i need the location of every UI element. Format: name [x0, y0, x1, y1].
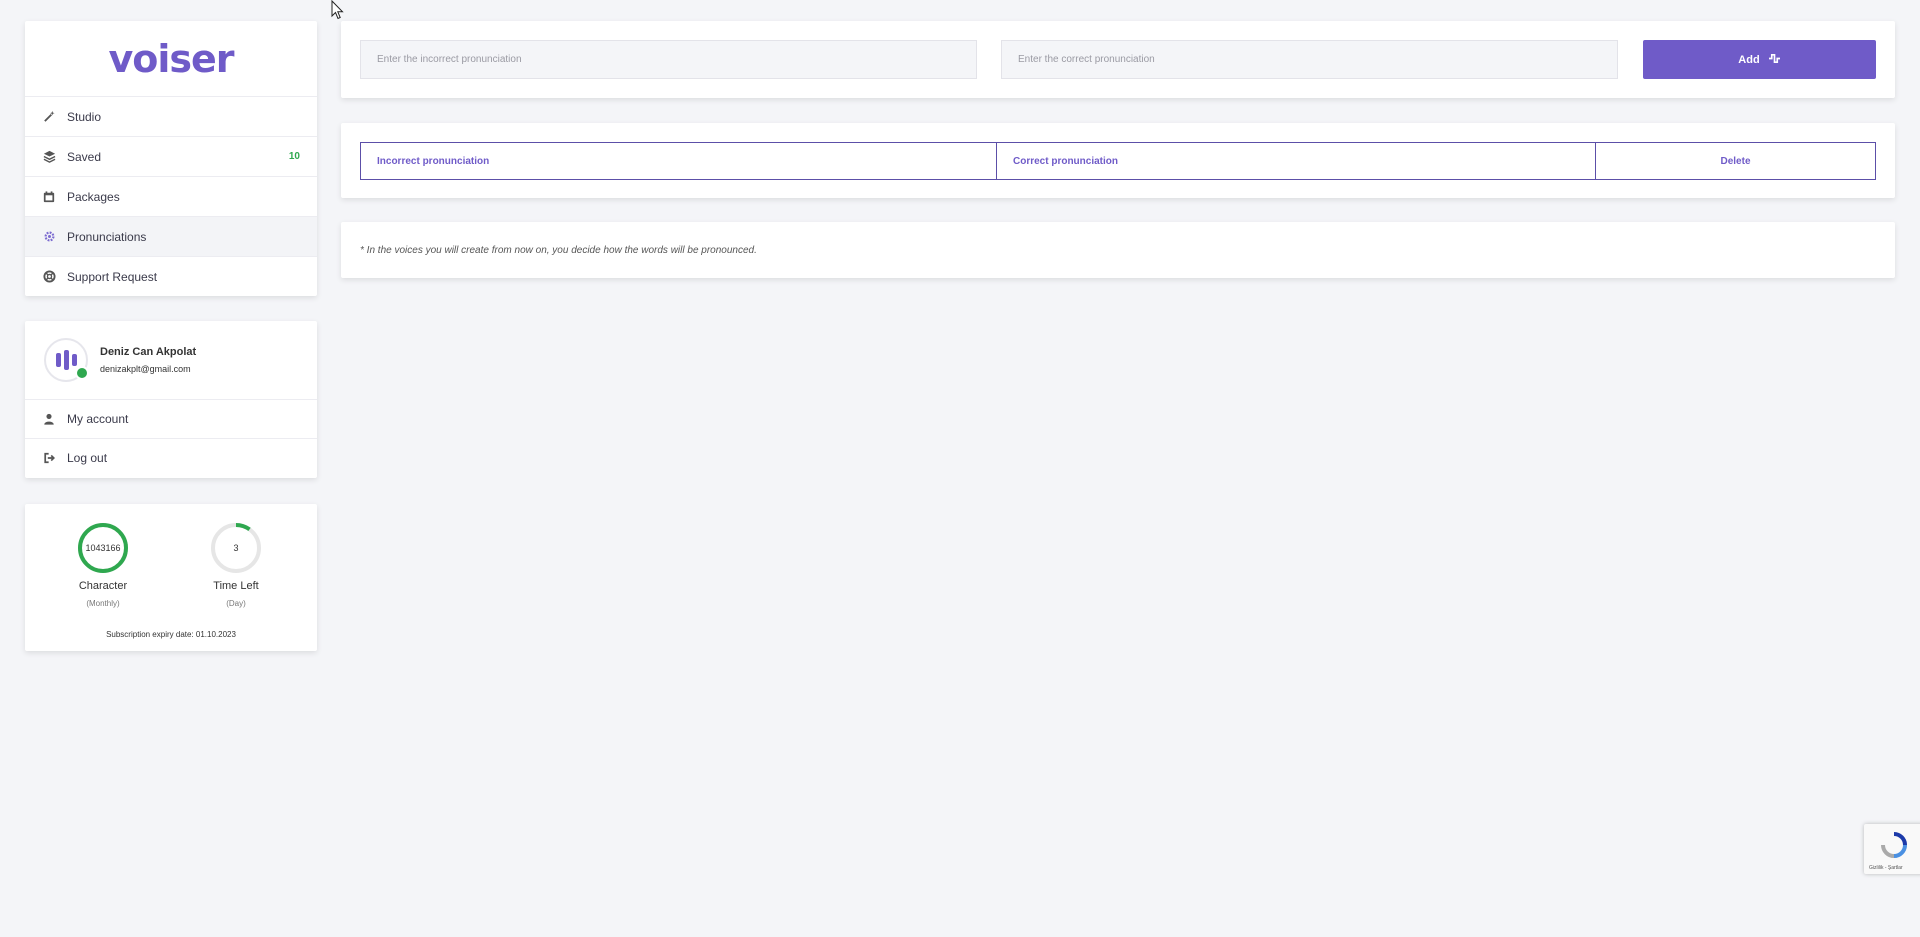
add-pronunciation-form: Add — [341, 21, 1895, 98]
correct-pronunciation-input[interactable] — [1001, 40, 1618, 79]
calendar-icon — [42, 190, 56, 204]
sidebar-nav: voiser Studio Saved 10 Packages Pronunci… — [25, 21, 317, 296]
user-email: denizakplt@gmail.com — [100, 364, 191, 374]
time-left-value: 3 — [233, 543, 239, 553]
character-value: 1043166 — [85, 543, 121, 553]
info-note: * In the voices you will create from now… — [360, 244, 757, 256]
sidebar-item-saved[interactable]: Saved 10 — [25, 137, 317, 177]
online-status-dot — [75, 366, 89, 380]
logo-area: voiser — [25, 21, 317, 97]
sidebar-item-label: Saved — [67, 149, 102, 164]
mouse-cursor-icon — [331, 0, 345, 25]
time-left-period: (Day) — [226, 599, 246, 608]
avatar — [44, 338, 89, 382]
voiser-logo[interactable]: voiser — [108, 37, 234, 81]
layers-icon — [42, 150, 56, 164]
sidebar-item-label: Studio — [67, 109, 102, 124]
log-out-label: Log out — [67, 451, 108, 465]
pronunciations-table: Incorrect pronunciation Correct pronunci… — [360, 142, 1876, 180]
log-out-link[interactable]: Log out — [25, 439, 317, 477]
sidebar-item-packages[interactable]: Packages — [25, 177, 317, 217]
time-left-gauge: 3 — [210, 522, 262, 574]
add-button[interactable]: Add — [1643, 40, 1876, 79]
column-header-incorrect: Incorrect pronunciation — [361, 143, 997, 179]
sidebar-item-pronunciations[interactable]: Pronunciations — [25, 217, 317, 257]
character-period: (Monthly) — [86, 599, 120, 608]
pronunciations-table-card: Incorrect pronunciation Correct pronunci… — [341, 123, 1895, 198]
magic-wand-icon — [42, 110, 56, 124]
waveform-icon — [1768, 53, 1781, 67]
sidebar-item-label: Support Request — [67, 269, 158, 284]
subscription-expiry: Subscription expiry date: 01.10.2023 — [106, 630, 236, 639]
sidebar-item-support-request[interactable]: Support Request — [25, 257, 317, 296]
my-account-label: My account — [67, 412, 129, 426]
time-left-label: Time Left — [213, 580, 259, 592]
saved-count-badge: 10 — [288, 151, 300, 162]
user-name: Deniz Can Akpolat — [100, 346, 197, 358]
sidebar-item-label: Pronunciations — [67, 229, 147, 244]
user-icon — [42, 412, 56, 426]
character-label: Character — [78, 580, 128, 592]
column-header-correct: Correct pronunciation — [997, 143, 1596, 179]
user-profile: Deniz Can Akpolat denizakplt@gmail.com — [25, 321, 317, 400]
sidebar-item-label: Packages — [67, 189, 120, 204]
gear-icon — [42, 230, 56, 244]
life-ring-icon — [42, 270, 56, 284]
add-button-label: Add — [1738, 53, 1760, 66]
character-gauge: 1043166 — [77, 522, 129, 574]
info-note-card: * In the voices you will create from now… — [341, 222, 1895, 278]
logout-icon — [42, 451, 56, 465]
incorrect-pronunciation-input[interactable] — [360, 40, 977, 79]
column-header-delete: Delete — [1720, 155, 1751, 167]
user-card: Deniz Can Akpolat denizakplt@gmail.com M… — [25, 321, 317, 478]
usage-stats-card: 1043166 Character (Monthly) 3 Time Left … — [25, 504, 317, 651]
sidebar-item-studio[interactable]: Studio — [25, 97, 317, 137]
my-account-link[interactable]: My account — [25, 400, 317, 439]
recaptcha-badge[interactable]: Gizlilik - Şartlar — [1864, 824, 1920, 874]
recaptcha-icon — [1880, 831, 1908, 864]
recaptcha-links[interactable]: Gizlilik - Şartlar — [1869, 865, 1903, 871]
